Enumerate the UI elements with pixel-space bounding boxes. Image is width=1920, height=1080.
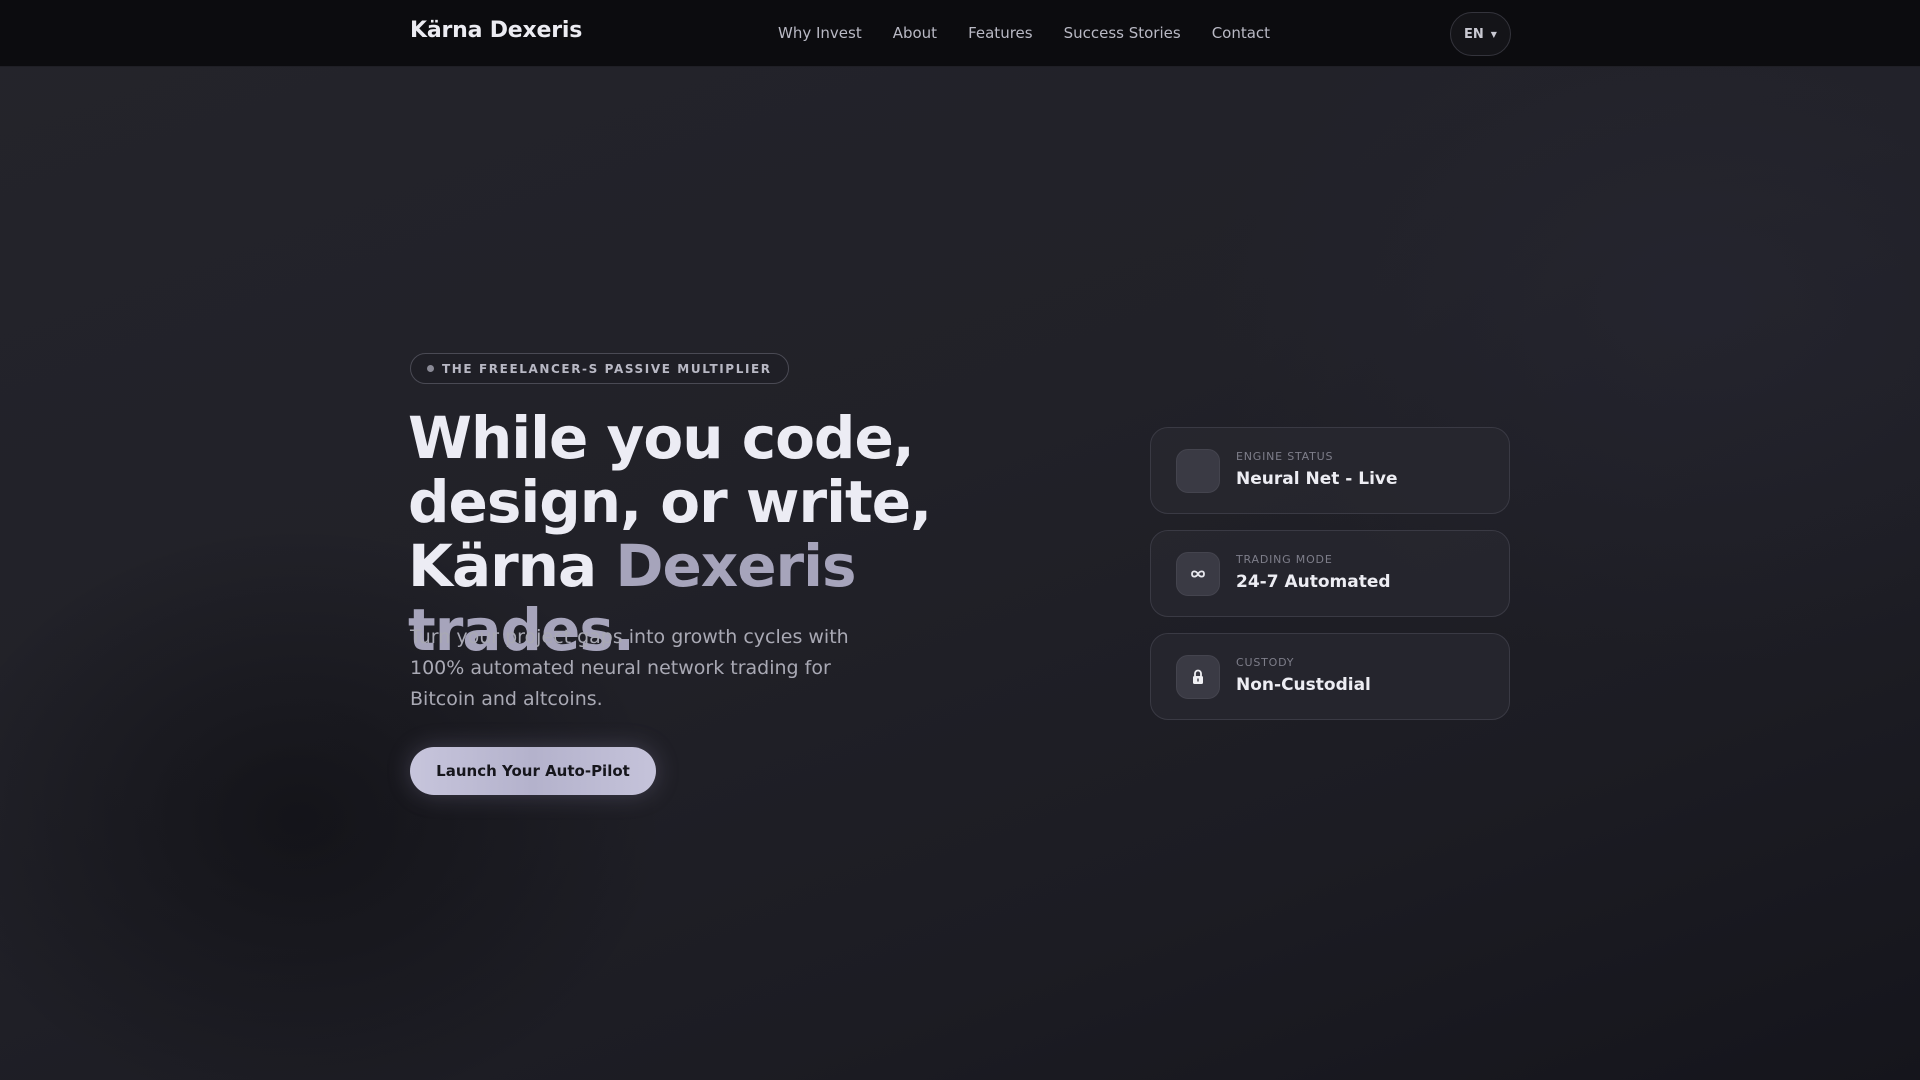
status-card-custody: CUSTODY Non-Custodial <box>1150 633 1510 720</box>
card-value: Neural Net - Live <box>1236 469 1398 489</box>
card-label: TRADING MODE <box>1236 553 1333 566</box>
caret-down-icon: ▼ <box>1490 29 1497 39</box>
page: Kärna Dexeris Why Invest About Features … <box>0 0 1920 1080</box>
lock-glyph <box>1193 669 1203 684</box>
language-label: EN <box>1464 26 1484 42</box>
dot-icon <box>427 365 434 372</box>
hero-badge-text: THE FREELANCER-S PASSIVE MULTIPLIER <box>442 361 772 376</box>
card-value: Non-Custodial <box>1236 675 1371 695</box>
lock-icon <box>1176 655 1220 699</box>
language-selector[interactable]: EN ▼ <box>1450 12 1511 56</box>
brand-logo[interactable]: Kärna Dexeris <box>410 18 582 43</box>
infinity-glyph <box>1191 570 1205 578</box>
status-cards: ENGINE STATUS Neural Net - Live TRADING … <box>1150 427 1510 736</box>
hero-badge: THE FREELANCER-S PASSIVE MULTIPLIER <box>410 353 789 384</box>
card-label: CUSTODY <box>1236 656 1295 669</box>
blank-icon <box>1176 449 1220 493</box>
nav-link-about[interactable]: About <box>893 24 937 42</box>
hero-subtext: Turn your project gaps into growth cycle… <box>410 626 849 710</box>
nav-link-why-invest[interactable]: Why Invest <box>778 24 862 42</box>
card-label: ENGINE STATUS <box>1236 450 1334 463</box>
nav-link-contact[interactable]: Contact <box>1212 24 1270 42</box>
card-value: 24-7 Automated <box>1236 572 1391 592</box>
nav-links: Why Invest About Features Success Storie… <box>778 24 1270 42</box>
status-card-trading-mode: TRADING MODE 24-7 Automated <box>1150 530 1510 617</box>
infinity-icon <box>1176 552 1220 596</box>
status-card-engine: ENGINE STATUS Neural Net - Live <box>1150 427 1510 514</box>
headline-line-2: design, or write, <box>408 468 932 536</box>
headline-brand: Kärna <box>408 532 597 600</box>
navbar: Kärna Dexeris Why Invest About Features … <box>0 0 1920 67</box>
nav-link-success-stories[interactable]: Success Stories <box>1064 24 1181 42</box>
headline-line-1: While you code, <box>408 404 915 472</box>
nav-link-features[interactable]: Features <box>968 24 1033 42</box>
launch-autopilot-button[interactable]: Launch Your Auto-Pilot <box>410 747 656 795</box>
